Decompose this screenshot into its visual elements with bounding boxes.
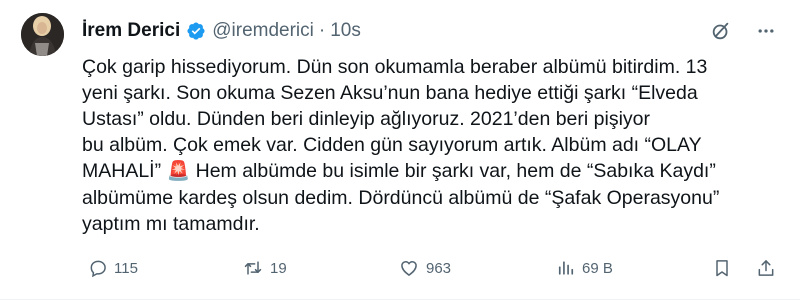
views-button[interactable]: 69 B bbox=[556, 258, 613, 278]
retweet-count: 19 bbox=[270, 259, 287, 277]
author-handle[interactable]: @iremderici bbox=[212, 20, 314, 42]
tweet-text-line: Çok garip hissediyorum. Dün son okumamla… bbox=[82, 56, 708, 78]
tweet-text-line: yeni şarkı. Son okuma Sezen Aksu’nun ban… bbox=[82, 82, 698, 104]
more-icon[interactable] bbox=[756, 21, 776, 41]
reply-count: 115 bbox=[114, 259, 138, 277]
like-icon bbox=[401, 261, 417, 276]
tweet-text-segment: Hem albümde bu isimle bir şarkı var, hem… bbox=[195, 160, 716, 182]
tweet-text-line-with-emoji: MAHALİ” 🚨 Hem albümde bu isimle bir şark… bbox=[82, 158, 782, 185]
retweet-icon bbox=[244, 261, 262, 275]
tweet-text-segment: MAHALİ” bbox=[82, 160, 162, 182]
verified-badge-icon bbox=[186, 21, 206, 41]
share-icon bbox=[758, 260, 774, 276]
grok-icon[interactable] bbox=[710, 20, 732, 42]
like-button[interactable]: 963 bbox=[398, 258, 451, 278]
tweet: İrem Derici @iremderici · 10s Çok garip … bbox=[0, 0, 800, 300]
share-button[interactable] bbox=[756, 258, 776, 278]
siren-emoji: 🚨 bbox=[166, 161, 191, 182]
author-name[interactable]: İrem Derici bbox=[82, 20, 180, 42]
separator-dot: · bbox=[318, 20, 326, 41]
timestamp[interactable]: 10s bbox=[330, 20, 361, 42]
bookmark-button[interactable] bbox=[712, 258, 732, 278]
tweet-top-actions bbox=[710, 20, 776, 42]
tweet-text-line: albümüme kardeş olsun dedim. Dördüncü al… bbox=[82, 187, 720, 209]
tweet-actions: 115 19 963 69 B bbox=[82, 258, 782, 280]
tweet-header: İrem Derici @iremderici · 10s bbox=[82, 20, 361, 42]
tweet-text-line: Ustası” oldu. Dünden beri dinleyip ağlıy… bbox=[82, 108, 650, 130]
reply-icon bbox=[90, 260, 106, 278]
tweet-text: Çok garip hissediyorum. Dün son okumamla… bbox=[82, 54, 782, 237]
avatar[interactable] bbox=[21, 13, 64, 56]
avatar-image bbox=[21, 13, 64, 56]
tweet-text-line: bu albüm. Çok emek var. Cidden gün sayıy… bbox=[82, 134, 702, 156]
like-count: 963 bbox=[426, 259, 452, 277]
reply-button[interactable]: 115 bbox=[88, 258, 138, 278]
tweet-text-line: yaptım mı tamamdır. bbox=[82, 213, 260, 235]
bookmark-icon bbox=[716, 260, 728, 277]
retweet-button[interactable]: 19 bbox=[242, 258, 287, 278]
views-count: 69 B bbox=[582, 259, 613, 277]
views-icon bbox=[558, 261, 574, 275]
